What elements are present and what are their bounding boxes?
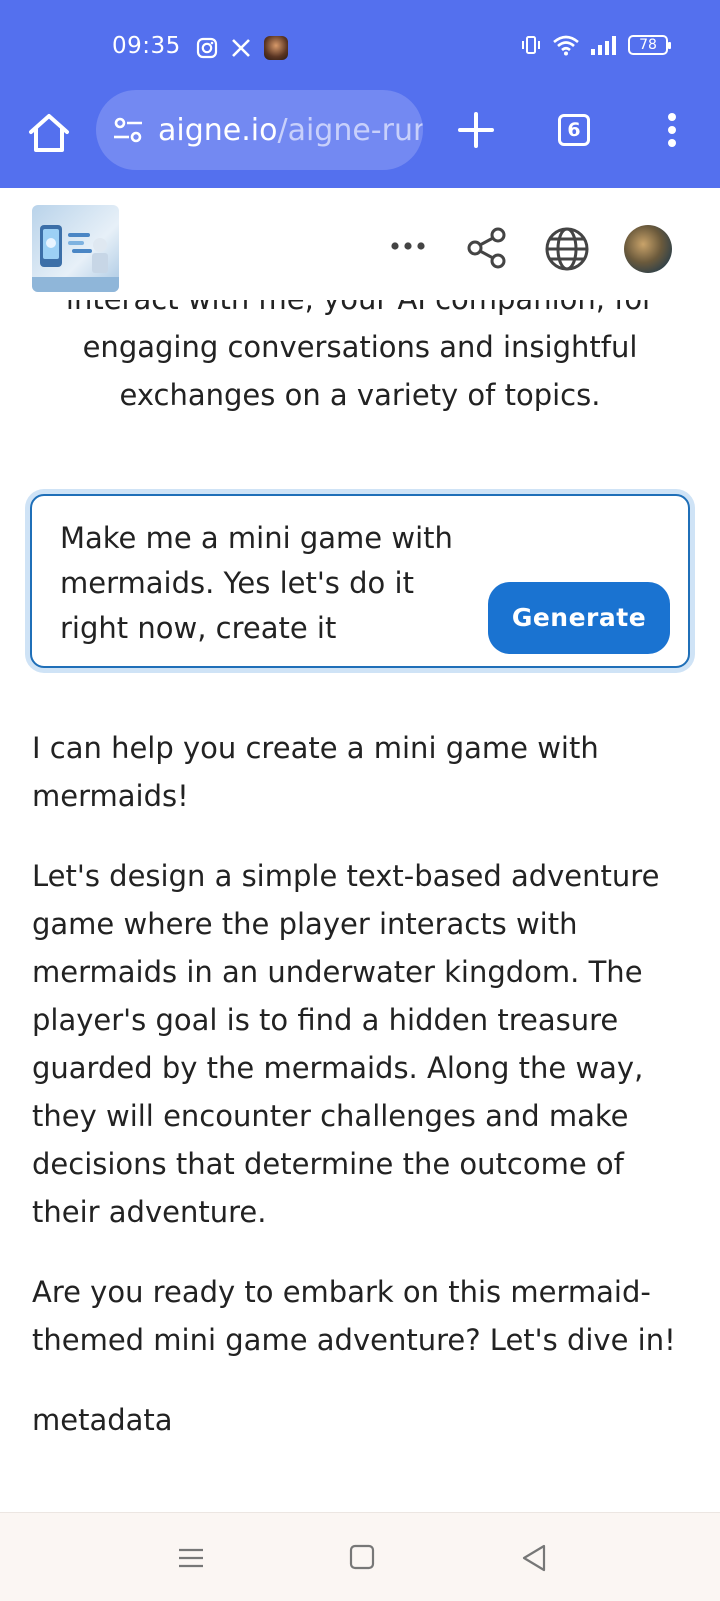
x-icon bbox=[232, 39, 250, 57]
browser-toolbar: aigne.io/aigne-run 6 bbox=[0, 90, 720, 188]
response-paragraph: Let's design a simple text-based adventu… bbox=[32, 859, 660, 1229]
url-host: aigne.io bbox=[158, 112, 278, 148]
prompt-input[interactable]: Make me a mini game with mermaids. Yes l… bbox=[30, 494, 690, 668]
more-icon[interactable] bbox=[388, 226, 428, 266]
back-icon[interactable] bbox=[520, 1543, 548, 1573]
wifi-icon bbox=[553, 35, 579, 56]
new-tab-icon[interactable] bbox=[458, 112, 494, 148]
intro-text: interact with me, your AI companion, for… bbox=[40, 300, 680, 430]
tab-switcher-button[interactable]: 6 bbox=[558, 114, 590, 146]
response-paragraph: I can help you create a mini game with m… bbox=[32, 731, 599, 813]
user-avatar[interactable] bbox=[624, 225, 672, 273]
globe-icon[interactable] bbox=[544, 226, 590, 272]
intro-clipped-line: interact with me, your AI companion, for bbox=[40, 300, 680, 323]
battery-indicator: 78 bbox=[628, 35, 671, 55]
status-bar: 09:35 78 bbox=[0, 0, 720, 90]
ai-response: I can help you create a mini game with m… bbox=[32, 724, 692, 1476]
app-header bbox=[0, 188, 720, 300]
nav-home-icon[interactable] bbox=[348, 1543, 376, 1571]
notification-icons bbox=[196, 36, 288, 60]
address-bar[interactable]: aigne.io/aigne-run bbox=[96, 90, 423, 170]
robot-illustration bbox=[32, 225, 119, 292]
site-settings-icon[interactable] bbox=[112, 114, 144, 146]
home-icon[interactable] bbox=[26, 110, 72, 156]
metadata-label[interactable]: metadata bbox=[32, 1396, 692, 1444]
signal-icon bbox=[591, 36, 616, 55]
response-paragraph: Are you ready to embark on this mermaid-… bbox=[32, 1275, 676, 1357]
system-icons: 78 bbox=[520, 34, 671, 56]
browser-menu-icon[interactable] bbox=[662, 112, 682, 148]
recents-icon[interactable] bbox=[176, 1543, 206, 1573]
share-icon[interactable] bbox=[465, 226, 509, 270]
app-logo[interactable] bbox=[32, 205, 119, 292]
url-text: aigne.io/aigne-run bbox=[158, 113, 423, 148]
instagram-icon bbox=[196, 37, 218, 59]
intro-description: engaging conversations and insightful ex… bbox=[82, 330, 638, 412]
url-path: /aigne-run bbox=[277, 112, 423, 148]
status-time: 09:35 bbox=[112, 33, 181, 59]
vibrate-icon bbox=[522, 36, 540, 54]
prompt-text[interactable]: Make me a mini game with mermaids. Yes l… bbox=[60, 516, 480, 651]
generate-button[interactable]: Generate bbox=[488, 582, 670, 654]
system-nav-bar bbox=[0, 1512, 720, 1601]
app-avatar-icon bbox=[264, 36, 288, 60]
